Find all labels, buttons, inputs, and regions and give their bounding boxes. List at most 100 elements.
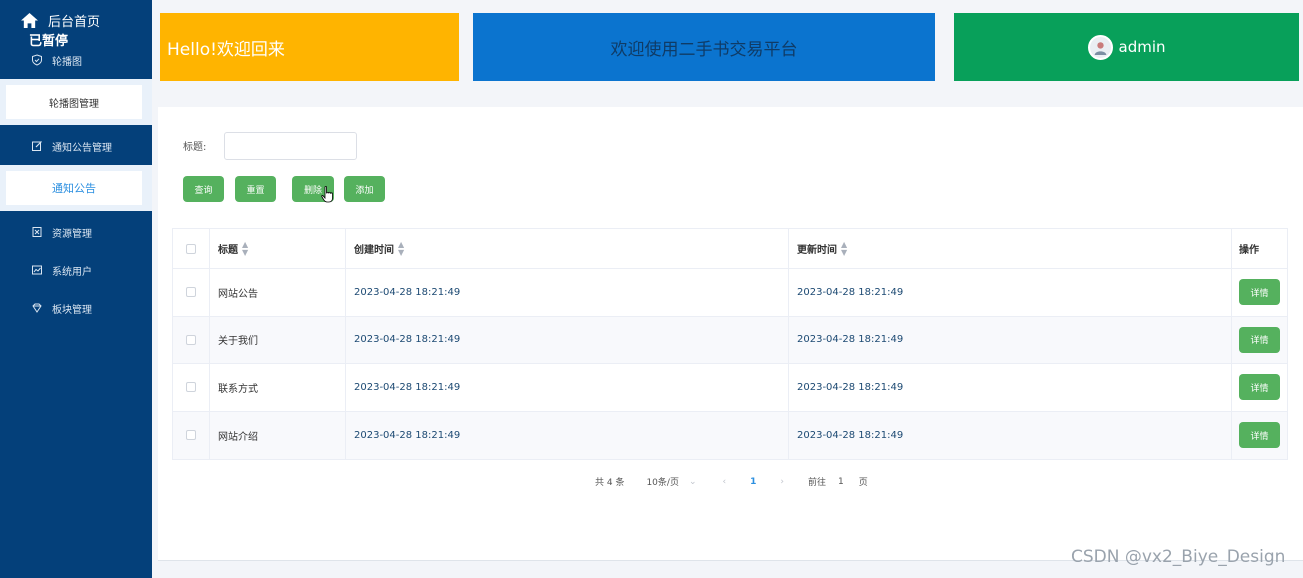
cell-op: 详情 bbox=[1232, 269, 1287, 316]
sidebar-item-notice-manage[interactable]: 通知公告管理 bbox=[0, 135, 152, 157]
cell-updated: 2023-04-28 18:21:49 bbox=[789, 364, 1232, 411]
submenu-item-carousel-manage[interactable]: 轮播图管理 bbox=[6, 85, 142, 119]
edit-icon bbox=[32, 141, 42, 151]
submenu-label: 通知公告 bbox=[52, 182, 96, 195]
header-updated[interactable]: 更新时间 ▲ ▼ bbox=[789, 229, 1232, 268]
row-checkbox[interactable] bbox=[186, 382, 196, 393]
avatar bbox=[1087, 34, 1113, 60]
sidebar-item-label: 轮播图 bbox=[52, 56, 82, 68]
row-checkbox-cell[interactable] bbox=[173, 316, 210, 363]
header-created[interactable]: 创建时间 ▲ ▼ bbox=[346, 229, 789, 268]
home-link[interactable]: 后台首页 bbox=[20, 11, 100, 30]
sidebar-item-label: 通知公告管理 bbox=[52, 142, 112, 154]
sidebar-item-label: 资源管理 bbox=[52, 228, 92, 240]
detail-button[interactable]: 详情 bbox=[1239, 422, 1280, 449]
cell-op: 详情 bbox=[1232, 317, 1287, 364]
title-search-input[interactable] bbox=[224, 132, 357, 160]
goto-suffix: 页 bbox=[858, 478, 868, 488]
cell-title: 网站公告 bbox=[210, 269, 346, 316]
pointer-cursor-icon bbox=[321, 186, 333, 203]
cell-created: 2023-04-28 18:21:49 bbox=[346, 269, 789, 316]
header-title[interactable]: 标题 ▲ ▼ bbox=[210, 229, 346, 268]
user-name: admin bbox=[1118, 38, 1166, 56]
detail-button[interactable]: 详情 bbox=[1239, 279, 1280, 306]
table-row: 联系方式 2023-04-28 18:21:49 2023-04-28 18:2… bbox=[173, 364, 1287, 412]
page-size-select[interactable]: 10条/页 ⌄ bbox=[646, 475, 697, 489]
sidebar-item-system-users[interactable]: 系统用户 bbox=[0, 259, 152, 281]
goto-page-input[interactable]: 1 bbox=[838, 477, 844, 487]
sidebar-item-label: 板块管理 bbox=[52, 304, 92, 316]
add-button[interactable]: 添加 bbox=[344, 176, 385, 202]
table-row: 网站公告 2023-04-28 18:21:49 2023-04-28 18:2… bbox=[173, 269, 1287, 317]
select-all-checkbox[interactable] bbox=[186, 243, 196, 254]
cell-updated: 2023-04-28 18:21:49 bbox=[789, 411, 1232, 459]
sidebar-item-label: 系统用户 bbox=[52, 266, 92, 278]
sidebar-item-section-manage[interactable]: 板块管理 bbox=[0, 297, 152, 319]
cell-created: 2023-04-28 18:21:49 bbox=[346, 411, 789, 459]
detail-button[interactable]: 详情 bbox=[1239, 374, 1280, 401]
page-size-value: 10条/页 bbox=[646, 478, 679, 488]
cell-op: 详情 bbox=[1232, 364, 1287, 411]
sidebar-item-resource[interactable]: 资源管理 bbox=[0, 221, 152, 243]
notice-table: 标题 ▲ ▼ 创建时间 ▲ ▼ 更新时间 ▲ ▼ 操作 网站公告 2023-04-28 18… bbox=[172, 228, 1288, 460]
title-filter-label: 标题: bbox=[183, 142, 207, 153]
row-checkbox[interactable] bbox=[186, 430, 196, 441]
hello-card: Hello!欢迎回来 bbox=[160, 13, 459, 81]
prev-page-icon[interactable]: ‹ bbox=[723, 477, 727, 487]
cell-title: 网站介绍 bbox=[210, 411, 346, 459]
table-row: 网站介绍 2023-04-28 18:21:49 2023-04-28 18:2… bbox=[173, 411, 1287, 460]
pagination-total: 共 4 条 bbox=[595, 478, 625, 488]
submenu-notice: 通知公告 bbox=[0, 165, 152, 211]
cell-updated: 2023-04-28 18:21:49 bbox=[789, 269, 1232, 316]
row-checkbox-cell[interactable] bbox=[173, 269, 210, 316]
row-checkbox[interactable] bbox=[186, 334, 196, 345]
submenu-carousel: 轮播图管理 bbox=[0, 79, 152, 125]
chart-icon bbox=[32, 265, 42, 275]
cell-updated: 2023-04-28 18:21:49 bbox=[789, 316, 1232, 363]
watermark: CSDN @vx2_Biye_Design bbox=[1071, 547, 1286, 567]
sidebar-item-carousel[interactable]: 轮播图 bbox=[0, 49, 152, 71]
sort-icon[interactable]: ▲ ▼ bbox=[242, 240, 248, 257]
page-number-current[interactable]: 1 bbox=[750, 477, 756, 487]
welcome-card: 欢迎使用二手书交易平台 bbox=[473, 13, 935, 81]
hello-text: Hello!欢迎回来 bbox=[167, 39, 285, 60]
next-page-icon[interactable]: › bbox=[780, 477, 784, 487]
shield-icon bbox=[32, 54, 42, 66]
avatar-icon bbox=[1094, 41, 1106, 55]
header-op-label: 操作 bbox=[1239, 245, 1259, 256]
cell-op: 详情 bbox=[1232, 412, 1287, 460]
header-op: 操作 bbox=[1232, 229, 1287, 268]
query-button[interactable]: 查询 bbox=[183, 176, 224, 202]
welcome-text: 欢迎使用二手书交易平台 bbox=[610, 39, 798, 60]
header-created-label: 创建时间 bbox=[354, 245, 394, 256]
table-row: 关于我们 2023-04-28 18:21:49 2023-04-28 18:2… bbox=[173, 316, 1287, 364]
cell-title: 关于我们 bbox=[210, 316, 346, 363]
submenu-label: 轮播图管理 bbox=[49, 98, 99, 110]
header-checkbox-cell[interactable] bbox=[173, 229, 210, 268]
row-checkbox-cell[interactable] bbox=[173, 411, 210, 459]
home-icon bbox=[21, 12, 38, 29]
submenu-item-notice[interactable]: 通知公告 bbox=[6, 171, 142, 205]
home-label: 后台首页 bbox=[48, 15, 101, 30]
pagination: 共 4 条 10条/页 ⌄ ‹ 1 › 前往 1 页 bbox=[595, 475, 890, 489]
paused-label: 已暂停 bbox=[29, 34, 69, 49]
resource-icon bbox=[32, 227, 42, 237]
detail-button[interactable]: 详情 bbox=[1239, 326, 1280, 353]
row-checkbox[interactable] bbox=[186, 287, 196, 298]
main-panel: 标题: 查询 重置 删除 添加 标题 ▲ ▼ 创建时间 ▲ ▼ 更新时间 ▲ ▼ 操作 网站… bbox=[158, 107, 1303, 561]
reset-button[interactable]: 重置 bbox=[235, 176, 276, 202]
sort-icon[interactable]: ▲ ▼ bbox=[841, 240, 847, 257]
header-title-label: 标题 bbox=[218, 245, 238, 256]
sidebar: 后台首页 已暂停 轮播图 轮播图管理 通知公告管理 通知公告 资源管理 系统用户… bbox=[0, 0, 152, 578]
cell-title: 联系方式 bbox=[210, 364, 346, 411]
sort-icon[interactable]: ▲ ▼ bbox=[398, 240, 404, 257]
table-header-row: 标题 ▲ ▼ 创建时间 ▲ ▼ 更新时间 ▲ ▼ 操作 bbox=[173, 229, 1287, 269]
goto-label: 前往 bbox=[807, 478, 826, 488]
chevron-down-icon: ⌄ bbox=[688, 476, 697, 487]
row-checkbox-cell[interactable] bbox=[173, 364, 210, 411]
header-updated-label: 更新时间 bbox=[797, 245, 837, 256]
cell-created: 2023-04-28 18:21:49 bbox=[346, 364, 789, 411]
diamond-icon bbox=[32, 303, 42, 313]
cell-created: 2023-04-28 18:21:49 bbox=[346, 316, 789, 363]
user-card[interactable]: admin bbox=[954, 13, 1299, 81]
